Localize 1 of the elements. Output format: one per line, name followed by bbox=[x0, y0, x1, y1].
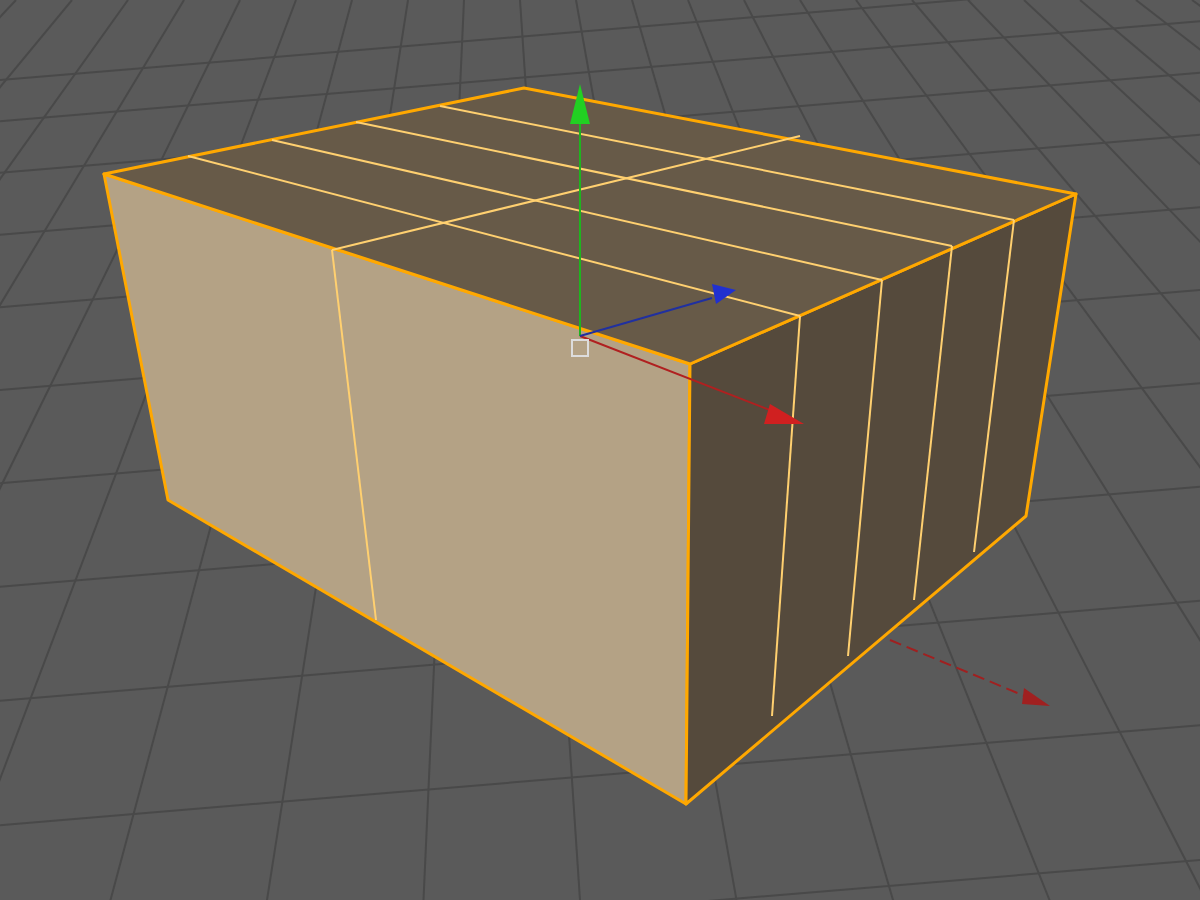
axis-gizmo-drawing[interactable] bbox=[570, 84, 804, 424]
